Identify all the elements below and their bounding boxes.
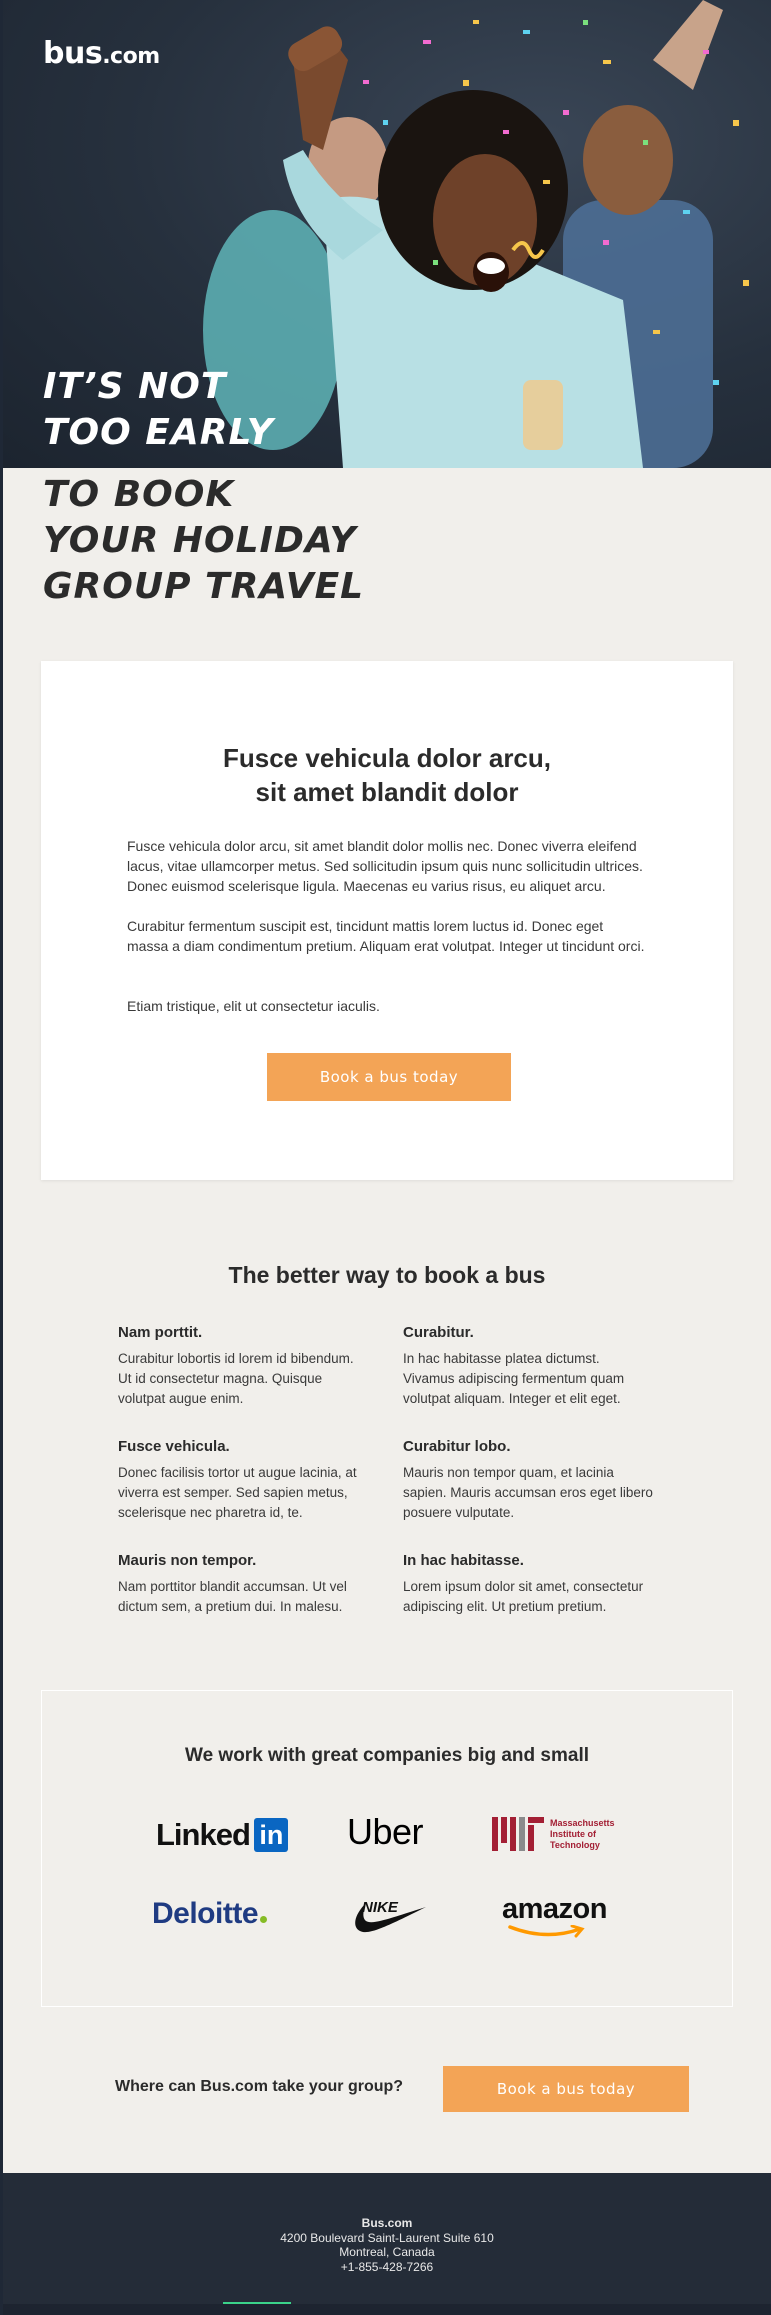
headline-line: TOO EARLY [43, 412, 274, 453]
mit-logo-line: Massachusetts [550, 1818, 615, 1828]
intro-paragraph: Fusce vehicula dolor arcu, sit amet blan… [127, 838, 643, 894]
intro-paragraph: Curabitur fermentum suscipit est, tincid… [127, 918, 645, 954]
feature-heading: In hac habitasse. [403, 1552, 524, 1569]
feature-heading: Curabitur lobo. [403, 1438, 511, 1455]
intro-title: Fusce vehicula dolor arcu, sit amet blan… [41, 741, 733, 809]
footer-address: 4200 Boulevard Saint-Laurent Suite 610 [280, 2230, 494, 2245]
headline-line: TO BOOK [43, 474, 235, 515]
feature-heading: Fusce vehicula. [118, 1438, 230, 1455]
nike-logo-text: NIKE [362, 1899, 398, 1916]
hero-banner: bus.com IT’S NOT TOO EARLY [3, 0, 771, 468]
amazon-smile-icon [508, 1925, 585, 1938]
intro-paragraph: Etiam tristique, elit ut consectetur iac… [127, 998, 380, 1014]
amazon-logo-text: amazon [502, 1893, 607, 1925]
mit-logo-line: Technology [550, 1840, 600, 1850]
footer-bottom-bar [3, 2304, 771, 2315]
feature-body: Lorem ipsum dolor sit amet, consectetur … [403, 1579, 644, 1614]
feature-heading: Curabitur. [403, 1324, 474, 1341]
intro-title-line: Fusce vehicula dolor arcu, [223, 743, 551, 773]
feature-item: Fusce vehicula. Donec facilisis tortor u… [118, 1438, 368, 1523]
feature-body: Mauris non tempor quam, et lacinia sapie… [403, 1465, 653, 1520]
feature-item: In hac habitasse. Lorem ipsum dolor sit … [403, 1552, 653, 1617]
headline-line: GROUP TRAVEL [43, 566, 365, 607]
feature-body: Nam porttitor blandit accumsan. Ut vel d… [118, 1579, 347, 1614]
bus-com-logo[interactable]: bus.com [43, 36, 160, 71]
footer: Bus.com 4200 Boulevard Saint-Laurent Sui… [3, 2173, 771, 2315]
feature-body: Curabitur lobortis id lorem id bibendum.… [118, 1351, 354, 1406]
feature-heading: Nam porttit. [118, 1324, 203, 1341]
logo-main-text: bus [43, 36, 103, 71]
feature-item: Mauris non tempor. Nam porttitor blandit… [118, 1552, 368, 1617]
footer-company-name: Bus.com [361, 2216, 413, 2230]
mit-logo-line: Institute of [550, 1829, 596, 1839]
headline-line: YOUR HOLIDAY [43, 520, 357, 561]
feature-heading: Mauris non tempor. [118, 1552, 257, 1569]
deloitte-dot-icon [260, 1916, 268, 1923]
partners-title: We work with great companies big and sma… [184, 1745, 590, 1766]
footer-phone[interactable]: +1-855-428-7266 [3, 2260, 771, 2275]
linkedin-logo: Linked in [156, 1817, 289, 1853]
email-page: bus.com IT’S NOT TOO EARLY TO BOOK YOUR … [3, 0, 771, 2315]
mit-logo: Massachusetts Institute of Technology [492, 1817, 642, 1853]
logo-tld-text: .com [102, 44, 160, 69]
intro-title-line: sit amet blandit dolor [255, 777, 519, 807]
hero-headline-light: IT’S NOT TOO EARLY [43, 364, 274, 456]
footer-accent-line [223, 2302, 291, 2304]
amazon-logo: amazon [502, 1893, 622, 1938]
feature-item: Curabitur lobo. Mauris non tempor quam, … [403, 1438, 653, 1523]
feature-item: Nam porttit. Curabitur lobortis id lorem… [118, 1324, 368, 1409]
uber-logo: Uber [347, 1811, 424, 1852]
mit-logo-text: Massachusetts Institute of Technology [550, 1818, 615, 1851]
cta-question: Where can Bus.com take your group? [115, 2078, 404, 2095]
footer-city: Montreal, Canada [339, 2245, 435, 2259]
feature-item: Curabitur. In hac habitasse platea dictu… [403, 1324, 653, 1409]
intro-card: Fusce vehicula dolor arcu, sit amet blan… [41, 661, 733, 1180]
nike-logo: NIKE [348, 1893, 428, 1937]
linkedin-logo-text: Linked [156, 1817, 251, 1852]
deloitte-logo-text: Deloitte [152, 1897, 259, 1930]
linkedin-in-badge: in [254, 1818, 289, 1852]
feature-body: Donec facilisis tortor ut augue lacinia,… [118, 1465, 357, 1520]
mit-logo-mark [492, 1817, 544, 1851]
features-title: The better way to book a bus [228, 1262, 546, 1288]
headline-line: IT’S NOT [43, 366, 227, 407]
book-bus-button-bottom[interactable]: Book a bus today [443, 2066, 689, 2112]
feature-body: In hac habitasse platea dictumst. Vivamu… [403, 1351, 625, 1406]
book-bus-button[interactable]: Book a bus today [267, 1053, 511, 1101]
hero-headline-dark: TO BOOK YOUR HOLIDAY GROUP TRAVEL [43, 472, 364, 610]
partners-box: We work with great companies big and sma… [41, 1690, 733, 2007]
deloitte-logo: Deloitte [152, 1897, 268, 1931]
